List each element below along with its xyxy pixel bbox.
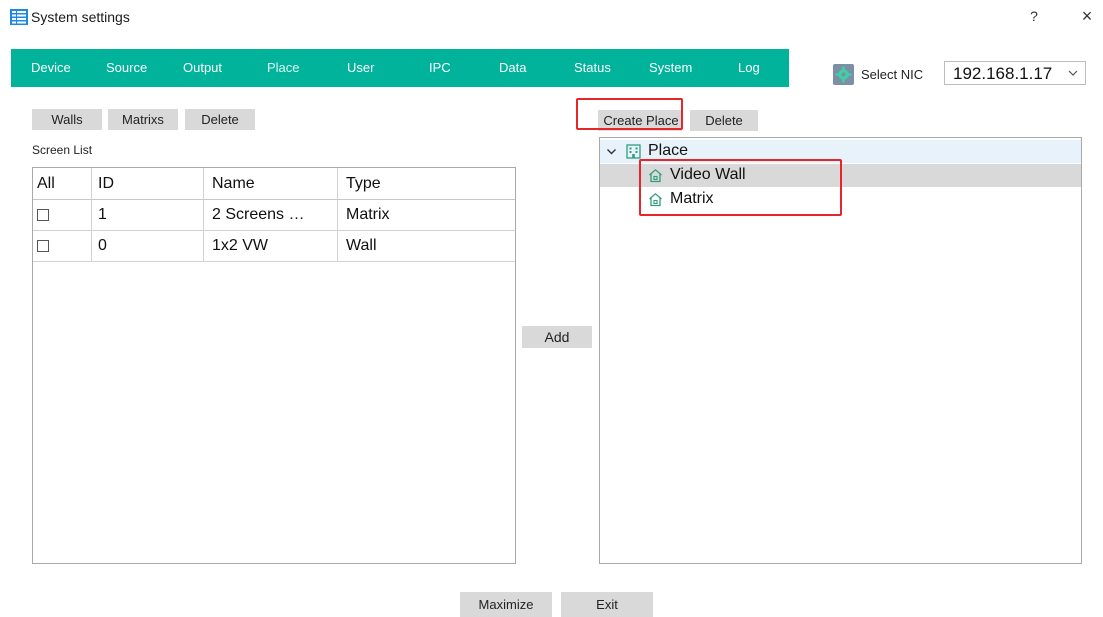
nic-selected-value: 192.168.1.17 (953, 64, 1053, 83)
maximize-button[interactable]: Maximize (460, 592, 552, 617)
row-name: 2 Screens … (203, 200, 337, 230)
table-header: All ID Name Type (33, 168, 515, 200)
walls-button[interactable]: Walls (32, 109, 102, 130)
exit-button[interactable]: Exit (561, 592, 653, 617)
nav-tab-system[interactable]: System (649, 60, 692, 75)
row-name: 1x2 VW (203, 231, 337, 261)
nav-tab-data[interactable]: Data (499, 60, 526, 75)
nav-tab-output[interactable]: Output (183, 60, 222, 75)
nav-tab-log[interactable]: Log (738, 60, 760, 75)
window-title: System settings (31, 9, 130, 25)
row-select-cell (33, 200, 91, 230)
tree-items-highlight (639, 159, 842, 216)
nic-select-dropdown[interactable]: 192.168.1.17 (944, 61, 1086, 85)
column-header-all[interactable]: All (33, 168, 91, 199)
nav-tab-source[interactable]: Source (106, 60, 147, 75)
help-button[interactable]: ? (1026, 8, 1042, 24)
screen-list-label: Screen List (32, 143, 93, 157)
list-grid-icon (10, 9, 28, 25)
tree-item-label: Place (648, 142, 689, 159)
create-place-highlight (576, 98, 683, 130)
nav-tab-ipc[interactable]: IPC (429, 60, 451, 75)
column-header-type[interactable]: Type (337, 168, 515, 199)
row-id: 0 (91, 231, 203, 261)
matrixs-button[interactable]: Matrixs (108, 109, 178, 130)
top-nav-bar: Device Source Output Place User IPC Data… (11, 49, 789, 87)
row-id: 1 (91, 200, 203, 230)
row-select-cell (33, 231, 91, 261)
row-checkbox[interactable] (37, 209, 49, 221)
delete-screen-button[interactable]: Delete (185, 109, 255, 130)
nav-tab-user[interactable]: User (347, 60, 374, 75)
nav-tab-device[interactable]: Device (31, 60, 71, 75)
chevron-down-icon (1067, 67, 1079, 79)
close-button[interactable]: × (1078, 6, 1096, 27)
nav-tab-status[interactable]: Status (574, 60, 611, 75)
screen-list-table: All ID Name Type 1 2 Screens … Matrix 0 … (32, 167, 516, 564)
column-header-name[interactable]: Name (203, 168, 337, 199)
row-type: Wall (337, 231, 515, 261)
table-row[interactable]: 0 1x2 VW Wall (33, 231, 515, 262)
add-button[interactable]: Add (522, 326, 592, 348)
building-icon (626, 144, 641, 159)
nav-tab-place[interactable]: Place (267, 60, 300, 75)
gear-icon (833, 64, 854, 85)
row-type: Matrix (337, 200, 515, 230)
row-checkbox[interactable] (37, 240, 49, 252)
select-nic-label: Select NIC (861, 67, 924, 82)
delete-place-button[interactable]: Delete (690, 110, 758, 131)
chevron-down-icon[interactable] (606, 146, 617, 157)
table-row[interactable]: 1 2 Screens … Matrix (33, 200, 515, 231)
column-header-id[interactable]: ID (91, 168, 203, 199)
